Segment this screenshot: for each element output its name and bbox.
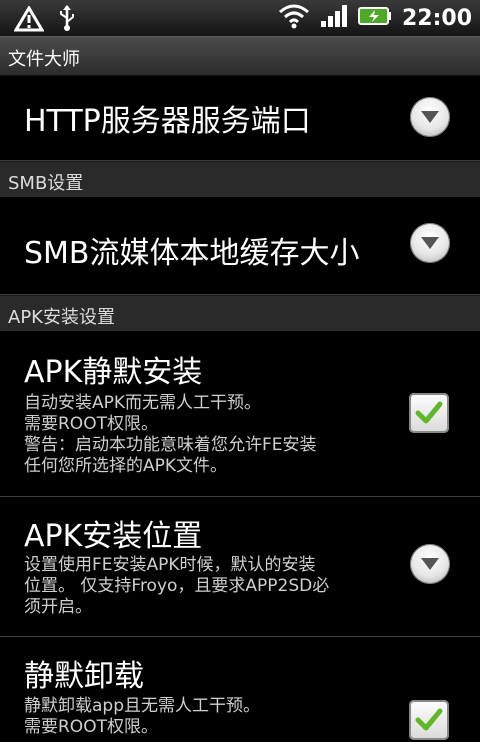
title-bar: 文件大师 — [0, 36, 480, 76]
checkbox-checked[interactable] — [409, 393, 449, 433]
dropdown-icon[interactable] — [410, 544, 450, 584]
setting-title: 静默卸载 — [24, 659, 144, 694]
dropdown-icon[interactable] — [410, 223, 450, 263]
section-header-smb: SMB设置 — [0, 161, 480, 197]
desc-line: 自动安装APK而无需人工干预。 — [24, 393, 262, 413]
setting-title: APK安装位置 — [24, 519, 203, 554]
setting-silent-uninstall[interactable]: 静默卸载 静默卸载app且无需人工干预。 需要ROOT权限。 — [0, 637, 480, 742]
app-title: 文件大师 — [8, 49, 80, 70]
desc-line: 静默卸载app且无需人工干预。 — [24, 696, 260, 716]
desc-line: 警告：启动本功能意味着您允许FE安装 — [24, 435, 317, 455]
battery-charging-icon — [357, 6, 392, 30]
warning-icon — [13, 5, 49, 36]
checkbox-checked[interactable] — [409, 700, 449, 740]
signal-icon — [320, 4, 348, 32]
check-icon — [415, 401, 443, 424]
clock: 22:00 — [401, 5, 472, 31]
check-icon — [415, 708, 443, 731]
desc-line: 设置使用FE安装APK时候，默认的安装 — [24, 555, 316, 575]
desc-line: 需要ROOT权限。 — [24, 414, 158, 434]
setting-title: SMB流媒体本地缓存大小 — [24, 236, 360, 271]
setting-apk-silent-install[interactable]: APK静默安装 自动安装APK而无需人工干预。 需要ROOT权限。 警告：启动本… — [0, 331, 480, 497]
setting-http-port[interactable]: HTTP服务器服务端口 — [0, 77, 480, 161]
setting-title: HTTP服务器服务端口 — [24, 104, 311, 139]
setting-description: 自动安装APK而无需人工干预。 需要ROOT权限。 警告：启动本功能意味着您允许… — [24, 393, 394, 477]
status-bar: 22:00 — [0, 0, 480, 36]
desc-line: 需要ROOT权限。 — [24, 717, 158, 737]
section-label: APK安装设置 — [8, 307, 115, 328]
section-header-apk: APK安装设置 — [0, 295, 480, 331]
setting-description: 设置使用FE安装APK时候，默认的安装 位置。 仅支持Froyo，且要求APP2… — [24, 555, 394, 618]
section-label: SMB设置 — [8, 173, 84, 194]
usb-icon — [57, 5, 77, 36]
wifi-icon — [278, 3, 310, 33]
setting-smb-cache[interactable]: SMB流媒体本地缓存大小 — [0, 197, 480, 295]
setting-description: 静默卸载app且无需人工干预。 需要ROOT权限。 — [24, 696, 394, 738]
desc-line: 位置。 仅支持Froyo，且要求APP2SD必 — [24, 576, 330, 596]
dropdown-icon[interactable] — [410, 97, 450, 137]
setting-title: APK静默安装 — [24, 355, 203, 390]
setting-apk-install-location[interactable]: APK安装位置 设置使用FE安装APK时候，默认的安装 位置。 仅支持Froyo… — [0, 497, 480, 637]
desc-line: 任何您所选择的APK文件。 — [24, 456, 228, 476]
desc-line: 须开启。 — [24, 597, 92, 617]
